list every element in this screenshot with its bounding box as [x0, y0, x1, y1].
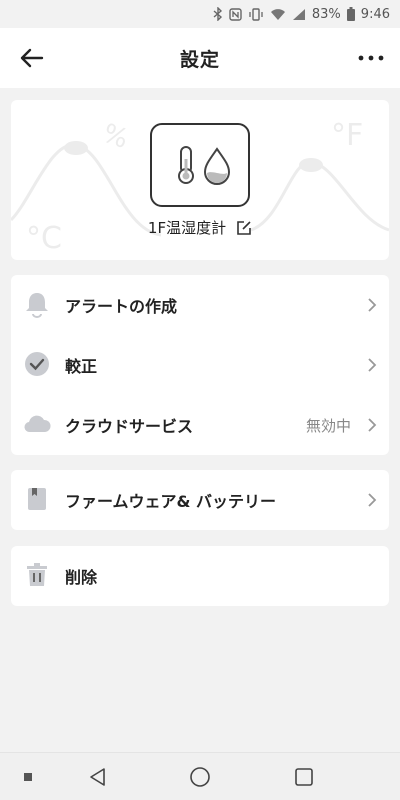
create-alert-label: アラートの作成	[65, 297, 178, 316]
firmware-card: ファームウェア& バッテリー	[11, 470, 389, 530]
signal-icon	[292, 8, 305, 20]
book-icon	[28, 488, 46, 510]
device-name: 1F温湿度計	[147, 219, 227, 237]
cloud-icon	[24, 415, 51, 433]
small-square-icon[interactable]	[24, 773, 32, 781]
chevron-right-icon	[368, 418, 377, 432]
create-alert-row[interactable]: アラートの作成	[11, 275, 389, 335]
trash-icon	[27, 563, 47, 586]
thermometer-icon	[178, 146, 194, 184]
clock: 9:46	[360, 6, 390, 22]
settings-card: アラートの作成 較正 クラウドサービス 無効中	[11, 275, 389, 455]
cloud-service-label: クラウドサービス	[65, 417, 194, 436]
water-drop-icon	[203, 147, 231, 185]
firmware-battery-label: ファームウェア& バッテリー	[65, 492, 277, 511]
device-card: % °F °C 1F温湿度計	[11, 100, 389, 260]
system-nav-bar	[0, 752, 400, 800]
device-name-row[interactable]: 1F温湿度計	[11, 217, 389, 238]
delete-card: 削除	[11, 546, 389, 606]
chevron-right-icon	[368, 358, 377, 372]
wifi-icon	[270, 8, 285, 20]
status-bar: 83% 9:46	[0, 0, 400, 28]
check-circle-icon	[25, 352, 49, 376]
delete-label: 削除	[65, 568, 98, 587]
calibration-label: 較正	[65, 357, 98, 376]
battery-icon	[346, 7, 355, 21]
app-header: 設定	[0, 28, 400, 88]
vibrate-icon	[249, 7, 263, 21]
device-icon	[150, 123, 250, 207]
cloud-service-status: 無効中	[305, 416, 351, 435]
calibration-row[interactable]: 較正	[11, 335, 389, 395]
cloud-service-row[interactable]: クラウドサービス 無効中	[11, 395, 389, 455]
firmware-battery-row[interactable]: ファームウェア& バッテリー	[11, 470, 389, 530]
chevron-right-icon	[368, 298, 377, 312]
svg-text:%: %	[99, 118, 132, 155]
back-triangle-icon[interactable]	[88, 767, 108, 787]
back-arrow-icon[interactable]	[18, 46, 46, 70]
svg-text:°F: °F	[331, 118, 363, 153]
battery-percent: 83%	[311, 6, 341, 22]
edit-icon[interactable]	[236, 220, 252, 236]
home-circle-icon[interactable]	[189, 766, 211, 788]
delete-row[interactable]: 削除	[11, 546, 389, 606]
recents-square-icon[interactable]	[294, 767, 314, 787]
bell-icon	[26, 293, 48, 318]
chevron-right-icon	[368, 493, 377, 507]
more-options-icon[interactable]	[356, 46, 386, 70]
nfc-icon	[229, 7, 242, 21]
page-title: 設定	[179, 48, 220, 71]
bluetooth-icon	[213, 7, 222, 21]
